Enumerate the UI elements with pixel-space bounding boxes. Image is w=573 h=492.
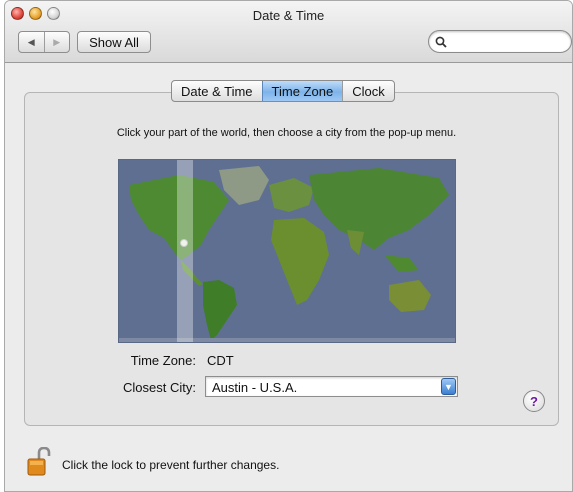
search-input[interactable] bbox=[451, 34, 561, 49]
forward-arrow-icon[interactable]: ▶ bbox=[43, 32, 70, 52]
lock-message: Click the lock to prevent further change… bbox=[62, 458, 280, 472]
selected-city-marker bbox=[180, 239, 188, 247]
tab-bar: Date & Time Time Zone Clock bbox=[171, 80, 395, 102]
time-zone-label: Time Zone: bbox=[130, 353, 196, 368]
search-field[interactable] bbox=[428, 30, 572, 53]
show-all-button[interactable]: Show All bbox=[77, 31, 151, 53]
time-zone-value: CDT bbox=[207, 353, 234, 368]
closest-city-label: Closest City: bbox=[123, 380, 196, 395]
world-map[interactable] bbox=[118, 159, 456, 343]
help-button[interactable]: ? bbox=[523, 390, 545, 412]
instructions-text: Click your part of the world, then choos… bbox=[116, 127, 457, 139]
tab-clock[interactable]: Clock bbox=[342, 81, 394, 101]
time-zone-highlight-band bbox=[177, 160, 193, 342]
title-bar: Date & Time ◀ ▶ Show All bbox=[5, 1, 572, 63]
popup-arrow-icon[interactable]: ▼ bbox=[441, 378, 456, 395]
back-arrow-icon[interactable]: ◀ bbox=[19, 32, 44, 52]
lock-icon[interactable] bbox=[27, 447, 53, 477]
world-map-graphic bbox=[119, 166, 455, 342]
tab-date-time[interactable]: Date & Time bbox=[172, 81, 262, 101]
search-icon bbox=[435, 36, 447, 48]
closest-city-value: Austin - U.S.A. bbox=[212, 380, 298, 395]
tab-time-zone[interactable]: Time Zone bbox=[261, 81, 343, 101]
nav-buttons: ◀ ▶ bbox=[18, 31, 70, 53]
window-title: Date & Time bbox=[252, 8, 325, 23]
closest-city-popup[interactable]: Austin - U.S.A. ▼ bbox=[205, 376, 458, 397]
